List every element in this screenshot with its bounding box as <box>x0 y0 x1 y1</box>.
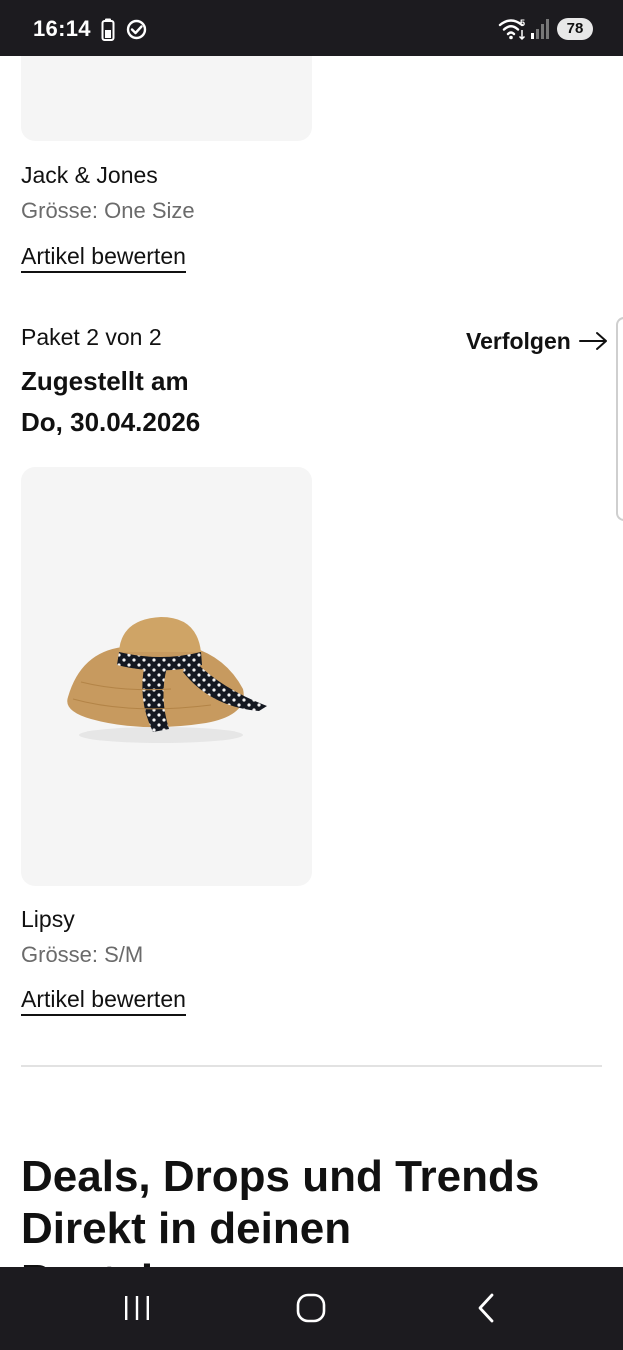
product-size: Grösse: One Size <box>21 198 195 223</box>
promo-line2: Direkt in deinen <box>21 1204 352 1253</box>
product-brand: Lipsy <box>21 906 75 932</box>
rate-item-link[interactable]: Artikel bewerten <box>21 985 186 1016</box>
svg-text:5: 5 <box>520 18 525 28</box>
product-size: Grösse: S/M <box>21 942 144 967</box>
signal-icon <box>530 18 550 45</box>
newsletter-heading: Deals, Drops und Trends Direkt in deinen… <box>21 1151 611 1267</box>
promo-line1: Deals, Drops und Trends <box>21 1152 540 1201</box>
arrow-right-icon <box>578 331 609 351</box>
status-bar: 16:14 5 78 <box>0 0 623 56</box>
delivery-status-line1: Zugestellt am <box>21 366 189 396</box>
promo-line3: Posteingang <box>21 1255 611 1267</box>
track-label: Verfolgen <box>466 327 571 354</box>
order-details-content[interactable]: Jack & Jones Grösse: One Size Artikel be… <box>0 56 623 1267</box>
battery-level: 78 <box>557 18 593 40</box>
product-brand: Jack & Jones <box>21 162 158 188</box>
status-time: 16:14 <box>33 16 91 41</box>
back-icon[interactable] <box>458 1287 514 1329</box>
delivery-status: Zugestellt am Do, 30.04.2026 <box>21 361 341 443</box>
home-icon[interactable] <box>283 1287 339 1329</box>
product-image-card[interactable] <box>21 467 312 886</box>
check-circle-icon <box>126 19 147 45</box>
product-image-card[interactable] <box>21 56 312 141</box>
side-panel-handle[interactable] <box>616 317 623 521</box>
rate-item-link[interactable]: Artikel bewerten <box>21 242 186 273</box>
recent-apps-icon[interactable] <box>109 1287 165 1329</box>
delivery-date: Do, 30.04.2026 <box>21 407 201 437</box>
package-label: Paket 2 von 2 <box>21 324 162 350</box>
track-package-button[interactable]: Verfolgen <box>466 326 609 356</box>
navigation-bar <box>0 1267 623 1350</box>
product-image <box>67 617 267 743</box>
battery-saver-icon <box>101 18 115 46</box>
section-divider <box>21 1065 602 1067</box>
wifi-icon: 5 <box>498 17 528 46</box>
